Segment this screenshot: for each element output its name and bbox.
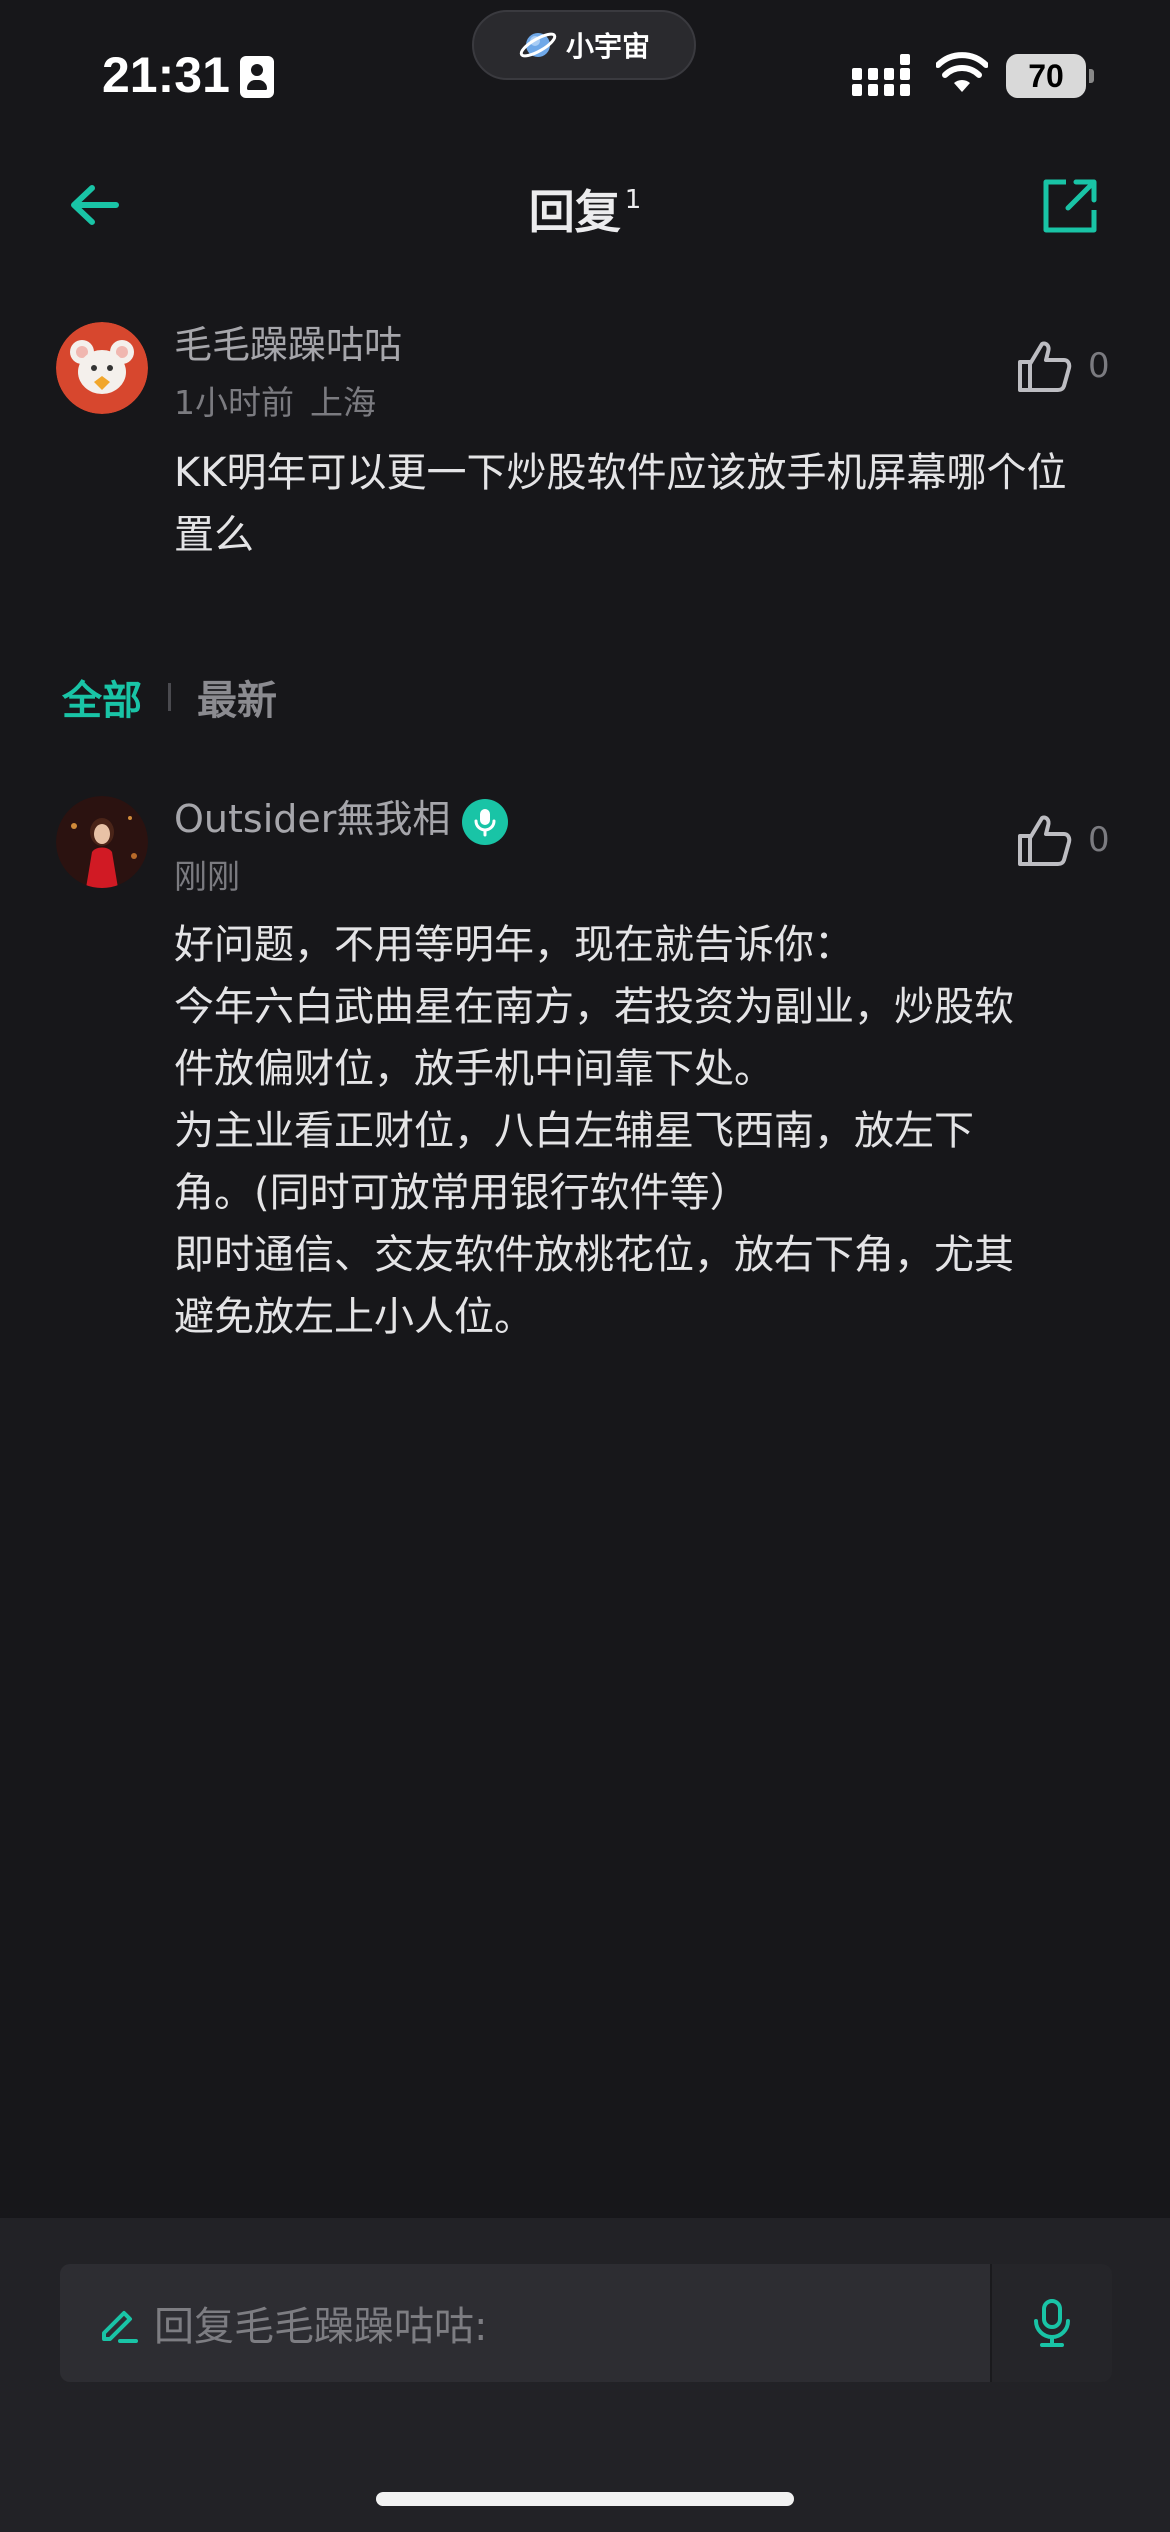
mic-icon (1034, 2299, 1070, 2347)
thumb-up-icon[interactable] (1016, 338, 1072, 394)
reply-line: 好问题，不用等明年，现在就告诉你： (174, 922, 854, 968)
sort-tabs: 全部 最新 (62, 668, 277, 726)
reply-line: 件放偏财位，放手机中间靠下处。 (174, 1046, 774, 1092)
tab-divider (168, 683, 171, 711)
reply-count: 1 (624, 184, 642, 215)
reply-username-row: Outsider無我相 (174, 788, 509, 845)
comment-username[interactable]: 毛毛躁躁咕咕 (174, 314, 402, 369)
like-count: 0 (1088, 820, 1110, 860)
avatar[interactable] (56, 796, 148, 888)
reply-username[interactable]: Outsider無我相 (174, 797, 450, 841)
reply-line: 避免放左上小人位。 (174, 1294, 534, 1340)
podcaster-mic-badge-icon (462, 798, 509, 845)
tab-latest[interactable]: 最新 (197, 668, 277, 726)
comment-time: 1小时前 (174, 383, 294, 422)
reply-text: 好问题，不用等明年，现在就告诉你： 今年六白武曲星在南方，若投资为副业，炒股软 … (174, 914, 1134, 1348)
reply-line: 即时通信、交友软件放桃花位，放右下角，尤其 (174, 1232, 1014, 1278)
reply-line: 角。(同时可放常用银行软件等） (174, 1170, 750, 1216)
battery-indicator: 70 (1006, 54, 1094, 98)
tab-all[interactable]: 全部 (62, 668, 142, 726)
status-time: 21:31 (102, 47, 230, 103)
page-title: 回复 1 (528, 184, 642, 239)
app-island-pill[interactable]: 小宇宙 (472, 10, 696, 80)
share-icon[interactable] (1040, 176, 1100, 236)
battery-level: 70 (1028, 57, 1064, 94)
pill-label: 小宇宙 (565, 30, 650, 63)
pen-icon (102, 2311, 138, 2343)
comment-text: KK明年可以更一下炒股软件应该放手机屏幕哪个位置么 (174, 450, 1067, 558)
like-count: 0 (1088, 346, 1110, 386)
cellular-signal-icon (852, 54, 910, 96)
avatar[interactable] (56, 322, 148, 414)
planet-icon (519, 32, 557, 58)
contact-card-icon (240, 56, 274, 98)
voice-reply-button[interactable] (990, 2264, 1112, 2382)
comment-meta: 1小时前 上海 (174, 376, 392, 424)
reply-line: 为主业看正财位，八白左辅星飞西南，放左下 (174, 1108, 974, 1154)
wifi-icon (936, 52, 988, 92)
thumb-up-icon[interactable] (1016, 812, 1072, 868)
input-placeholder: 回复毛毛躁躁咕咕: (154, 2304, 488, 2350)
reply-time: 刚刚 (174, 857, 240, 896)
reply-line: 今年六白武曲星在南方，若投资为副业，炒股软 (174, 984, 1014, 1030)
home-indicator (376, 2492, 794, 2506)
reply-input[interactable]: 回复毛毛躁躁咕咕: (60, 2264, 990, 2382)
comment-location: 上海 (310, 383, 376, 422)
